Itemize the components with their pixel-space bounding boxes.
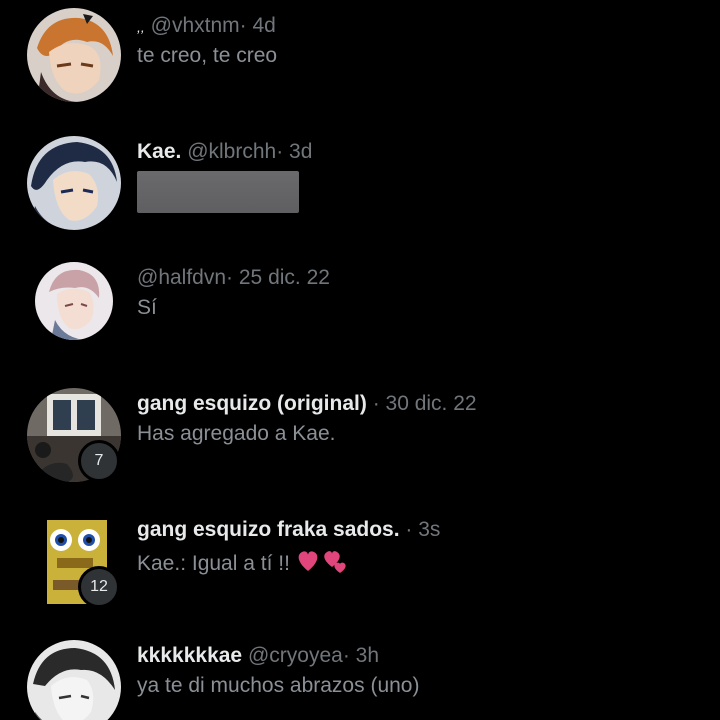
- display-name: Kae.: [137, 140, 182, 163]
- conversation-list: ,, @vhxtnm· 4d te creo, te creo Kae. @kl…: [0, 0, 720, 720]
- avatar[interactable]: [27, 640, 121, 720]
- conversation-header: ,, @vhxtnm· 4d: [137, 13, 276, 40]
- conversation-header: gang esquizo (original) · 30 dic. 22: [137, 391, 477, 417]
- timestamp: · 3d: [276, 140, 313, 163]
- conversation-header: @halfdvn· 25 dic. 22: [137, 265, 330, 291]
- conversation-row[interactable]: 12 gang esquizo fraka sados. · 3s Kae.: …: [0, 504, 720, 630]
- two-hearts-icon: [296, 547, 350, 582]
- timestamp: · 25 dic. 22: [226, 266, 330, 289]
- name-prefix: ,,: [137, 19, 145, 35]
- conversation-row[interactable]: Kae. @klbrchh· 3d: [0, 126, 720, 252]
- member-count-badge: 12: [78, 566, 120, 608]
- group-name: gang esquizo (original): [137, 392, 367, 415]
- user-handle: @halfdvn: [137, 266, 227, 289]
- conversation-row[interactable]: ,, @vhxtnm· 4d te creo, te creo: [0, 0, 720, 126]
- timestamp: · 3s: [405, 518, 441, 541]
- conversation-header: Kae. @klbrchh· 3d: [137, 139, 312, 165]
- display-name: kkkkkkkae: [137, 644, 243, 667]
- message-preview: te creo, te creo: [137, 44, 278, 67]
- conversation-header: gang esquizo fraka sados. · 3s: [137, 517, 440, 543]
- message-preview: Kae.: Igual a tí !!: [137, 547, 350, 582]
- conversation-row[interactable]: @halfdvn· 25 dic. 22 Sí: [0, 252, 720, 378]
- redacted-preview: [137, 171, 299, 213]
- avatar[interactable]: [35, 262, 113, 340]
- timestamp: · 4d: [239, 14, 276, 37]
- user-handle: @cryoyea: [247, 644, 343, 667]
- conversation-row[interactable]: kkkkkkkae @cryoyea· 3h ya te di muchos a…: [0, 630, 720, 720]
- avatar[interactable]: [27, 136, 121, 230]
- conversation-header: kkkkkkkae @cryoyea· 3h: [137, 643, 379, 669]
- timestamp: · 3h: [342, 644, 380, 667]
- user-handle: @vhxtnm: [150, 14, 240, 37]
- user-handle: @klbrchh: [187, 140, 277, 163]
- conversation-row[interactable]: 7 gang esquizo (original) · 30 dic. 22 H…: [0, 378, 720, 504]
- message-preview: Has agregado a Kae.: [137, 422, 336, 445]
- message-preview-text: Kae.: Igual a tí !!: [137, 552, 290, 576]
- avatar[interactable]: [27, 8, 121, 102]
- group-name: gang esquizo fraka sados.: [137, 518, 400, 541]
- timestamp: · 30 dic. 22: [372, 392, 477, 415]
- member-count-badge: 7: [78, 440, 120, 482]
- message-preview: Sí: [137, 296, 157, 319]
- message-preview: ya te di muchos abrazos (uno): [137, 674, 420, 697]
